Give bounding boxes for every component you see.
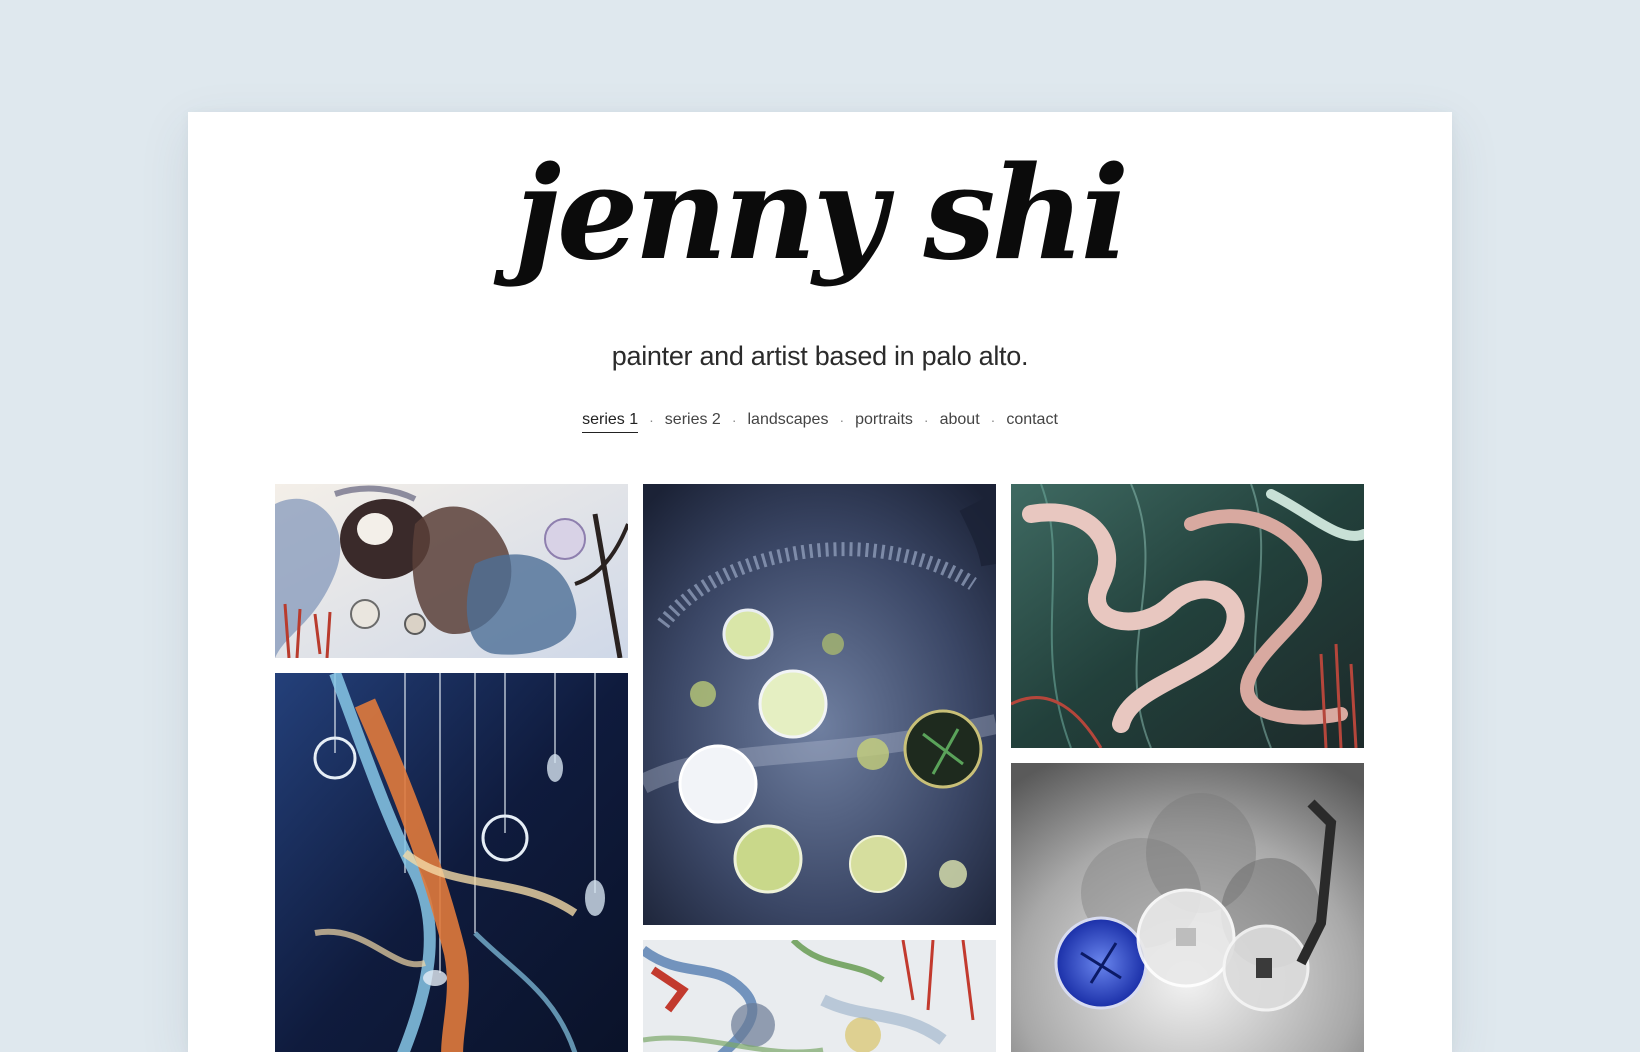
artwork-hanging-rings-blue[interactable]: [275, 673, 628, 1052]
nav-item-landscapes[interactable]: landscapes: [748, 411, 829, 433]
nav-item-series-1[interactable]: series 1: [582, 411, 639, 433]
artwork-image: [275, 484, 628, 658]
artwork-glass-vessels-monochrome[interactable]: [1011, 763, 1364, 1052]
artwork-pink-coral-strands[interactable]: [1011, 484, 1364, 748]
nav-separator: ·: [923, 412, 929, 428]
artwork-colorful-abstract-partial[interactable]: [643, 940, 996, 1052]
artwork-abstract-organic-forms[interactable]: [275, 484, 628, 658]
artwork-image: [643, 940, 996, 1052]
nav-item-contact[interactable]: contact: [1006, 411, 1058, 433]
nav-separator: ·: [731, 412, 737, 428]
artwork-image: [1011, 484, 1364, 748]
artwork-petri-dish-galaxy[interactable]: [643, 484, 996, 925]
artwork-image: [275, 673, 628, 1052]
nav-separator: ·: [990, 412, 996, 428]
artwork-image: [643, 484, 996, 925]
site-title[interactable]: jenny shi: [188, 150, 1452, 278]
site-tagline: painter and artist based in palo alto.: [611, 341, 1029, 371]
nav-separator: ·: [839, 412, 845, 428]
page-card: jenny shi painter and artist based in pa…: [188, 112, 1452, 1052]
main-nav: series 1 · series 2 · landscapes · portr…: [188, 411, 1452, 433]
nav-item-portraits[interactable]: portraits: [855, 411, 913, 433]
nav-separator: ·: [649, 412, 654, 428]
nav-item-series-2[interactable]: series 2: [665, 411, 721, 433]
nav-item-about[interactable]: about: [940, 411, 980, 433]
artwork-image: [1011, 763, 1364, 1052]
